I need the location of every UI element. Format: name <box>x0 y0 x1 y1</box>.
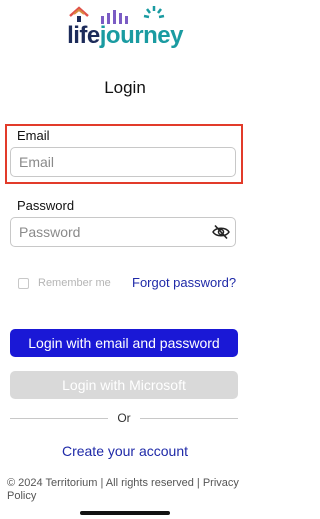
email-field[interactable] <box>10 147 236 177</box>
app-logo: lifejourney <box>0 0 250 60</box>
logo-wordmark: lifejourney <box>0 22 250 50</box>
home-indicator <box>80 511 170 515</box>
login-microsoft-button[interactable]: Login with Microsoft <box>10 371 238 399</box>
create-account-link[interactable]: Create your account <box>0 443 250 459</box>
page-title: Login <box>104 78 146 97</box>
remember-me-checkbox[interactable] <box>18 277 29 289</box>
footer: © 2024 Territorium | All rights reserved… <box>7 477 245 503</box>
logo-word-life: life <box>67 22 100 49</box>
password-label: Password <box>17 198 75 213</box>
remember-me-label: Remember me <box>38 277 111 289</box>
or-divider: Or <box>10 410 238 426</box>
remember-me[interactable]: Remember me <box>18 277 111 289</box>
forgot-password-link[interactable]: Forgot password? <box>132 275 236 290</box>
divider-text: Or <box>117 411 131 425</box>
login-email-button[interactable]: Login with email and password <box>10 329 238 357</box>
footer-copyright: © 2024 Territorium | All rights reserved… <box>7 477 200 489</box>
eye-slash-icon[interactable] <box>212 224 230 240</box>
password-field[interactable] <box>10 217 236 247</box>
email-label: Email <box>17 128 50 143</box>
logo-word-journey: journey <box>99 22 184 49</box>
